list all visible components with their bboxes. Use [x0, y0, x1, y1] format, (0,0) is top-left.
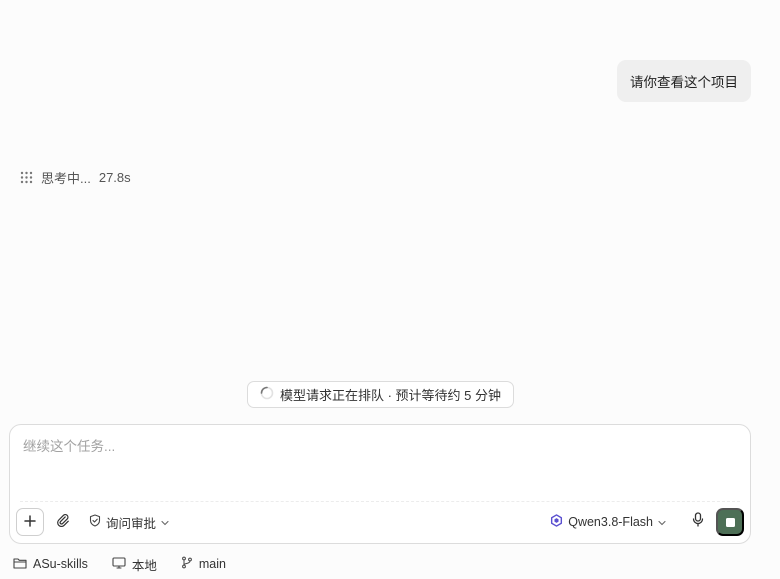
folder-icon [13, 557, 27, 572]
chat-app: 请你查看这个项目 思考中... 27.8s 模型请求正在排队 · 预计等待约 5… [0, 0, 780, 579]
environment-selector[interactable]: 本地 [112, 555, 157, 574]
queue-status-pill: 模型请求正在排队 · 预计等待约 5 分钟 [247, 381, 515, 408]
branch-name: main [198, 557, 226, 571]
monitor-icon [112, 556, 126, 572]
plus-icon [24, 514, 36, 530]
shield-check-icon [89, 514, 101, 530]
branch-selector[interactable]: main [181, 556, 226, 572]
add-button[interactable] [16, 508, 44, 536]
project-name: ASu-skills [33, 557, 88, 571]
microphone-button[interactable] [684, 508, 712, 536]
composer: 询问审批 Qwen3.8-Flash [9, 424, 751, 544]
model-name: Qwen3.8-Flash [568, 515, 653, 529]
footer-status-bar: ASu-skills 本地 main [13, 555, 226, 573]
thinking-indicator[interactable]: 思考中... 27.8s [20, 168, 131, 187]
project-folder[interactable]: ASu-skills [13, 557, 88, 572]
stop-button[interactable] [716, 508, 744, 536]
composer-toolbar: 询问审批 Qwen3.8-Flash [16, 508, 744, 536]
approval-mode-label: 询问审批 [106, 516, 157, 531]
attach-button[interactable] [49, 508, 77, 536]
chevron-down-icon [161, 515, 169, 529]
user-message-text: 请你查看这个项目 [630, 75, 738, 90]
composer-divider [20, 501, 740, 502]
model-selector[interactable]: Qwen3.8-Flash [546, 508, 670, 536]
user-message-bubble: 请你查看这个项目 [617, 60, 751, 102]
environment-label: 本地 [131, 558, 157, 573]
stop-icon [725, 517, 735, 527]
thinking-dots-icon [20, 171, 33, 184]
git-branch-icon [181, 556, 193, 572]
paperclip-icon [56, 513, 70, 532]
model-logo-icon [550, 514, 563, 530]
microphone-icon [692, 512, 704, 532]
queue-status-text: 模型请求正在排队 · 预计等待约 5 分钟 [280, 388, 502, 403]
composer-input[interactable] [23, 439, 737, 454]
thinking-duration: 27.8s [98, 170, 131, 185]
loading-spinner-icon [260, 386, 274, 403]
approval-mode-selector[interactable]: 询问审批 [85, 508, 173, 536]
chevron-down-icon [658, 515, 666, 529]
thinking-label: 思考中... [41, 171, 91, 186]
